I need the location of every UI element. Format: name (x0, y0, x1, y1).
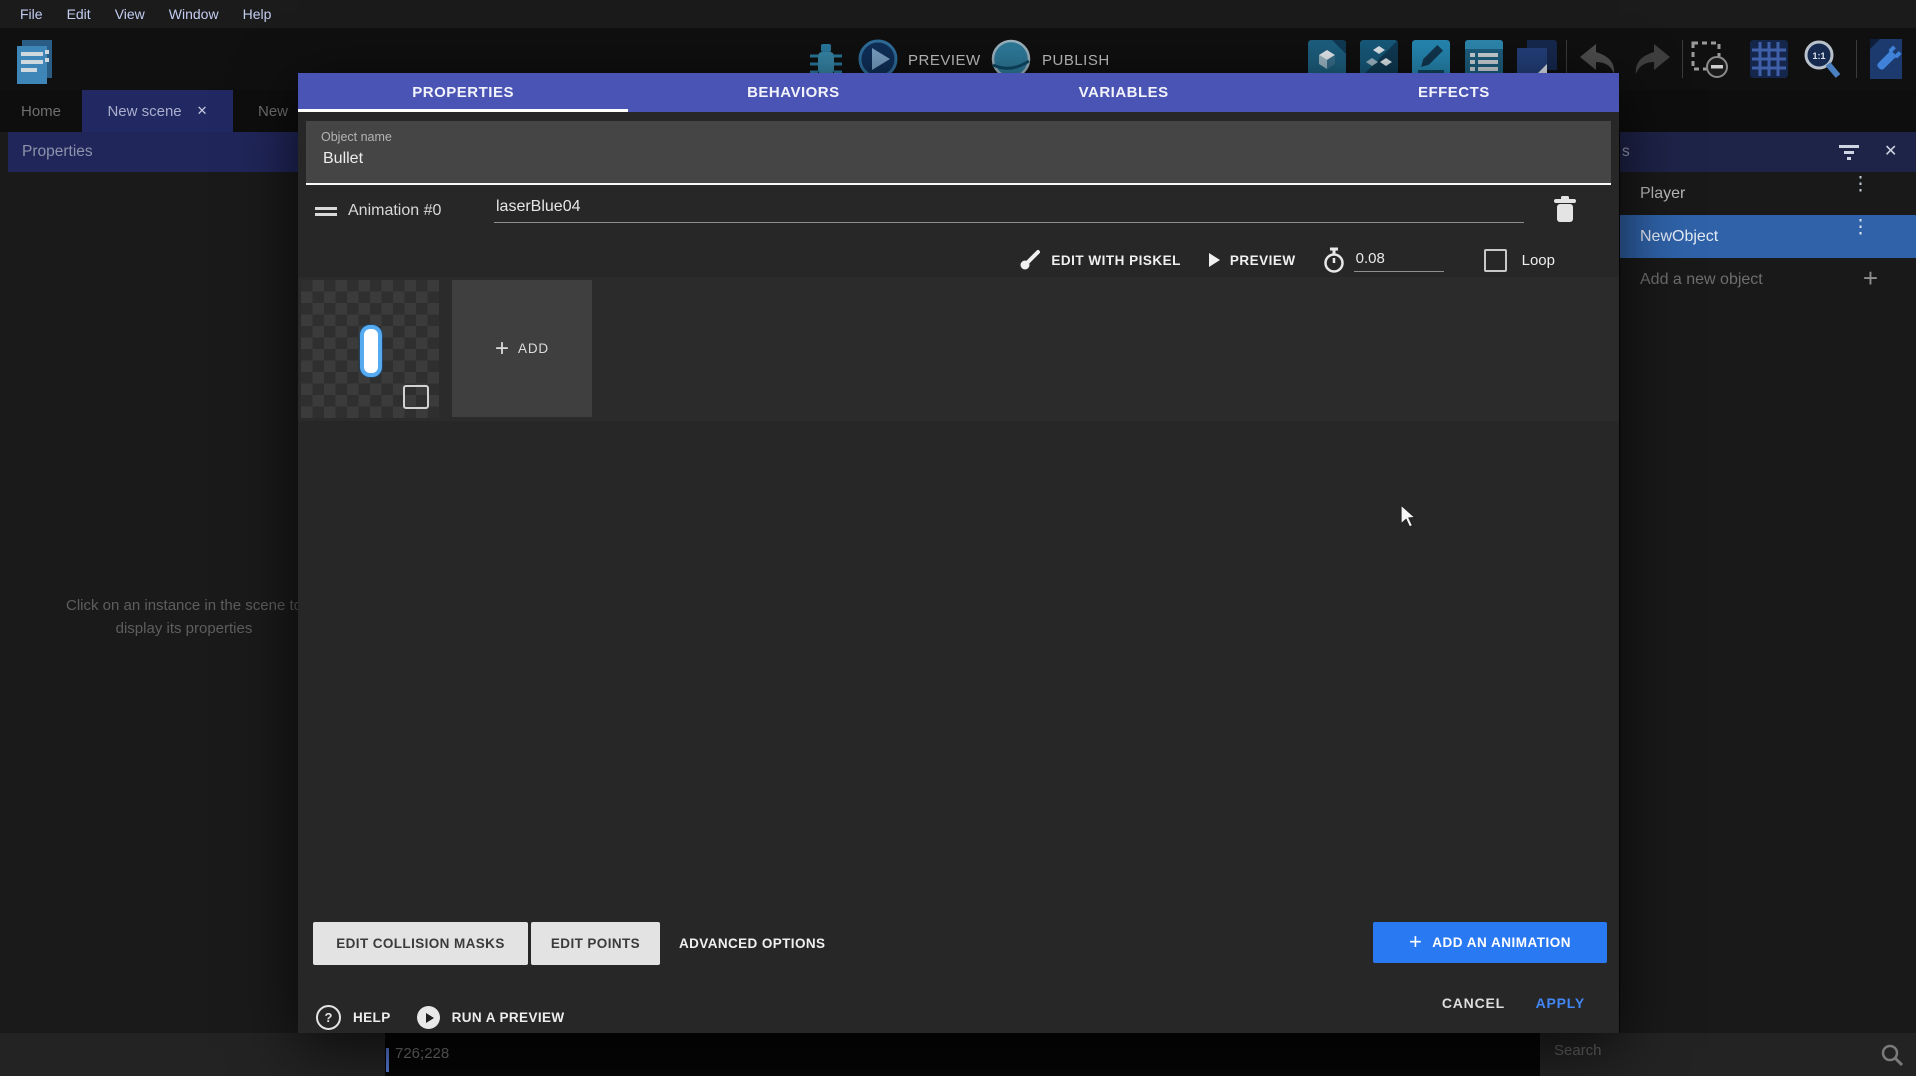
tab-effects[interactable]: EFFECTS (1289, 73, 1619, 112)
toolbar-separator (1856, 40, 1857, 78)
status-caret (386, 1048, 389, 1072)
publish-label[interactable]: PUBLISH (1042, 52, 1110, 69)
run-preview-icon[interactable] (417, 1006, 440, 1029)
object-row-newobject[interactable]: NewObject ⋮ (1620, 215, 1916, 258)
stopwatch-icon (1322, 247, 1346, 273)
object-name-label: Object name (321, 130, 392, 144)
objects-panel: s ✕ Player ⋮ NewObject ⋮ Add a new objec… (1620, 132, 1916, 1033)
search-bar (1540, 1033, 1916, 1076)
apply-button[interactable]: APPLY (1530, 994, 1591, 1012)
grid-icon[interactable] (1750, 40, 1788, 78)
add-object-plus-icon[interactable]: + (1863, 263, 1878, 294)
add-new-object-row[interactable]: Add a new object + (1620, 258, 1916, 301)
frame-time-input[interactable] (1354, 249, 1444, 272)
search-icon (1880, 1043, 1904, 1067)
project-settings-icon[interactable] (1866, 39, 1906, 81)
properties-panel-header: Properties (8, 132, 305, 172)
menu-view[interactable]: View (103, 6, 157, 22)
frames-strip: + ADD (298, 277, 1619, 421)
animation-drag-handle-icon[interactable] (315, 207, 337, 216)
dialog-help-row: ? HELP RUN A PREVIEW (316, 1005, 565, 1030)
frame-select-checkbox[interactable] (403, 385, 429, 409)
help-icon[interactable]: ? (316, 1005, 341, 1030)
object-name-field: Object name (306, 121, 1611, 185)
add-an-animation-button[interactable]: + ADD AN ANIMATION (1373, 922, 1607, 963)
bottom-bar-left (0, 1033, 385, 1076)
animation-actions-row: EDIT WITH PISKEL PREVIEW Loop (298, 241, 1619, 279)
search-input[interactable] (1552, 1041, 1856, 1060)
redo-icon[interactable] (1630, 42, 1672, 78)
animation-name-input[interactable] (494, 197, 1524, 223)
svg-text:1:1: 1:1 (1812, 51, 1825, 61)
toolbar-separator (1682, 40, 1683, 78)
tab-new-scene[interactable]: New scene ✕ (82, 90, 233, 132)
add-frame-button[interactable]: + ADD (452, 280, 592, 417)
close-panel-icon[interactable]: ✕ (1884, 141, 1897, 161)
object-menu-dots-icon[interactable]: ⋮ (1851, 180, 1870, 189)
frame-thumbnail[interactable] (301, 280, 439, 418)
advanced-options-button[interactable]: ADVANCED OPTIONS (673, 922, 831, 965)
play-icon (1209, 253, 1220, 267)
edit-with-piskel-button[interactable]: EDIT WITH PISKEL (1051, 253, 1181, 268)
mask-icon[interactable] (1690, 40, 1730, 80)
menu-edit[interactable]: Edit (55, 6, 103, 22)
tab-behaviors[interactable]: BEHAVIORS (628, 73, 958, 112)
tab-properties[interactable]: PROPERTIES (298, 73, 628, 112)
cursor-coordinates: 726;228 (395, 1045, 449, 1062)
edit-collision-masks-button[interactable]: EDIT COLLISION MASKS (313, 922, 528, 965)
properties-panel-title: Properties (22, 143, 93, 161)
object-editor-dialog: PROPERTIES BEHAVIORS VARIABLES EFFECTS O… (298, 73, 1619, 1033)
preview-label[interactable]: PREVIEW (908, 52, 981, 69)
tab-variables[interactable]: VARIABLES (959, 73, 1289, 112)
tab-home[interactable]: Home (0, 90, 82, 132)
bullet-sprite (360, 325, 382, 377)
properties-panel: Properties Click on an instance in the s… (0, 132, 305, 1033)
run-a-preview-button[interactable]: RUN A PREVIEW (452, 1010, 565, 1025)
cancel-button[interactable]: CANCEL (1436, 994, 1511, 1012)
dialog-tab-bar: PROPERTIES BEHAVIORS VARIABLES EFFECTS (298, 73, 1619, 112)
loop-checkbox[interactable] (1484, 249, 1507, 272)
objects-panel-header: s ✕ (1620, 132, 1916, 172)
plus-icon: + (1409, 929, 1422, 955)
plus-icon: + (495, 335, 509, 363)
object-menu-dots-icon[interactable]: ⋮ (1851, 223, 1870, 232)
objects-panel-title-clipped: s (1622, 143, 1630, 161)
scene-status-bar: 726;228 (385, 1033, 1540, 1076)
zoom-1-1-icon[interactable]: 1:1 (1802, 40, 1842, 80)
close-tab-icon[interactable]: ✕ (197, 103, 208, 119)
menu-window[interactable]: Window (157, 6, 231, 22)
object-name-input[interactable] (321, 149, 1525, 169)
preview-animation-button[interactable]: PREVIEW (1230, 253, 1296, 268)
delete-animation-trash-icon[interactable] (1553, 196, 1577, 224)
project-manager-icon[interactable] (14, 38, 56, 86)
help-button[interactable]: HELP (353, 1010, 391, 1025)
mouse-cursor (1398, 504, 1420, 530)
menu-help[interactable]: Help (231, 6, 284, 22)
object-row-player[interactable]: Player ⋮ (1620, 172, 1916, 215)
loop-label: Loop (1522, 252, 1555, 269)
filter-icon[interactable] (1838, 143, 1860, 161)
edit-points-button[interactable]: EDIT POINTS (531, 922, 660, 965)
brush-icon (1019, 249, 1041, 271)
menu-file[interactable]: File (8, 6, 55, 22)
menu-bar: File Edit View Window Help (0, 0, 1916, 28)
animation-title: Animation #0 (348, 202, 441, 220)
